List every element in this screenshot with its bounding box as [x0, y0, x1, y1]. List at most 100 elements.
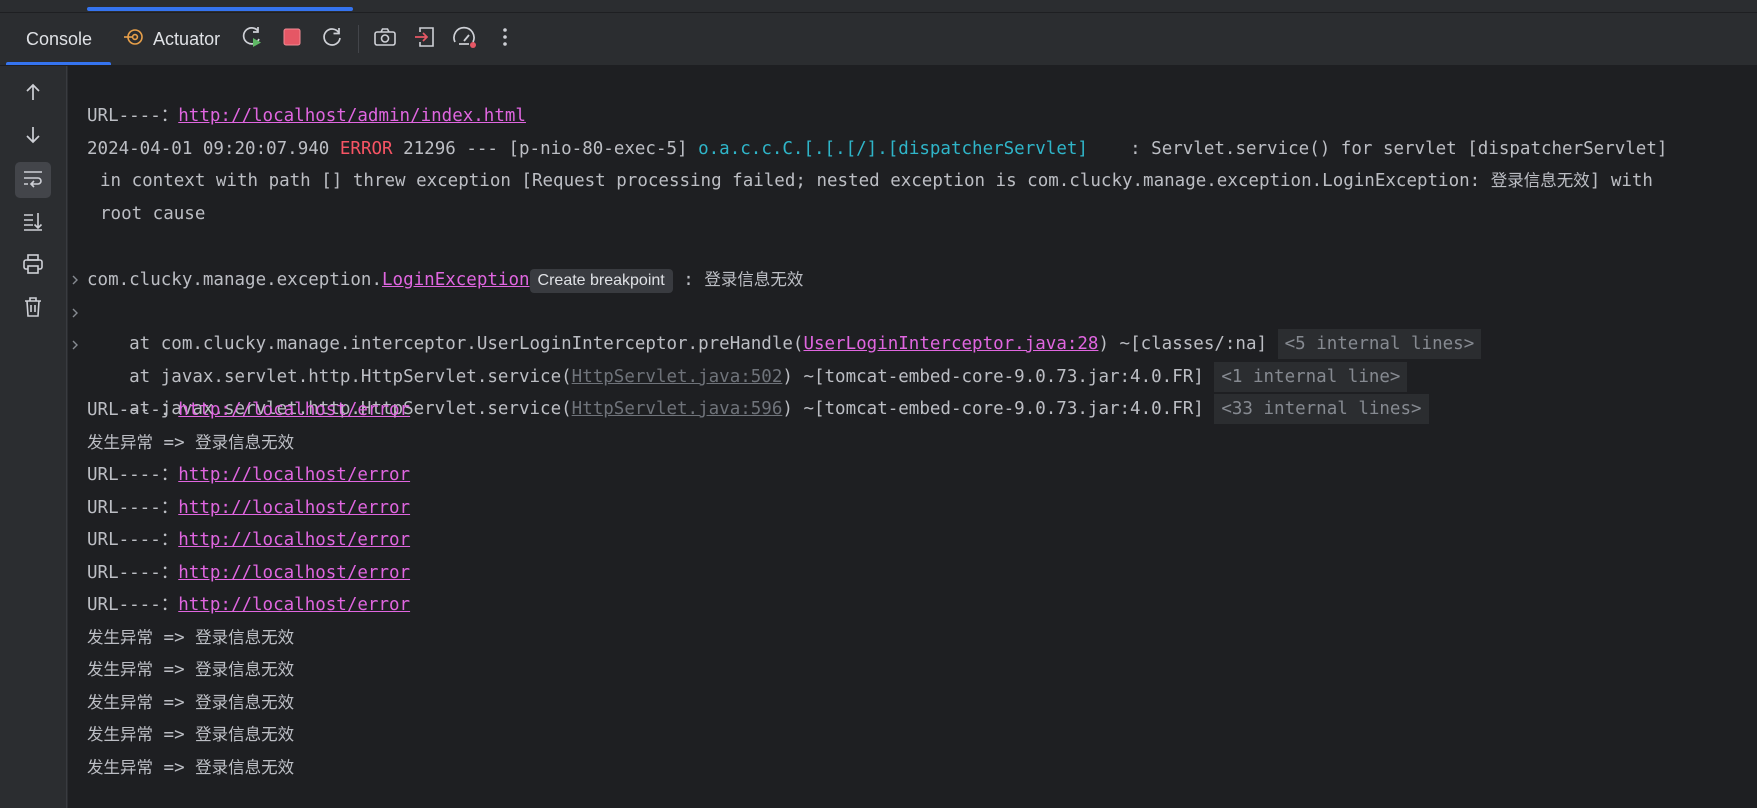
tab-actuator[interactable]: Actuator — [117, 13, 232, 65]
console-sidebar — [0, 66, 67, 808]
speedometer-icon — [452, 25, 478, 54]
rerun-icon — [240, 25, 264, 54]
exception-arrow: => — [153, 433, 196, 453]
stop-icon — [281, 26, 303, 53]
internal-lines-fold[interactable]: <5 internal lines> — [1277, 329, 1482, 359]
clear-all-button[interactable] — [15, 291, 51, 327]
exception-colon: : — [672, 270, 705, 290]
toolbar-divider — [358, 25, 360, 53]
stack-line: at javax.servlet.http.HttpServlet.servic… — [68, 329, 1429, 424]
chevron-right-icon[interactable] — [68, 264, 82, 296]
chevron-right-icon[interactable] — [68, 297, 82, 329]
stack-line: at javax.servlet.http.HttpServlet.servic… — [68, 297, 1408, 392]
console-toolbar: Console Actuator — [0, 13, 1757, 66]
exception-label: 发生异常 — [87, 628, 153, 647]
restart-button[interactable] — [312, 19, 352, 59]
print-icon — [22, 253, 44, 280]
stack-text: at javax.servlet.http.HttpServlet.servic… — [87, 367, 572, 387]
scroll-down-button[interactable] — [15, 119, 51, 155]
arrow-down-icon — [23, 125, 43, 150]
stack-end: ) ~[classes/:na] — [1098, 334, 1268, 354]
log-logger: o.a.c.c.C.[.[.[/].[dispatcherServlet] — [698, 139, 1088, 159]
camera-icon — [373, 25, 397, 54]
url-prefix: URL----： — [87, 498, 179, 518]
stop-button[interactable] — [272, 19, 312, 59]
tab-console[interactable]: Console — [0, 13, 117, 65]
wrap-cn: 登录信息无效 — [1490, 171, 1590, 190]
trash-icon — [23, 296, 43, 323]
scroll-up-button[interactable] — [15, 76, 51, 112]
soft-wrap-icon — [22, 168, 44, 193]
wrap-end: ] with — [1589, 171, 1653, 191]
stack-link[interactable]: UserLoginInterceptor.java:28 — [803, 334, 1098, 354]
exception-text: 登录信息无效 — [195, 758, 295, 777]
exception-arrow: => — [153, 628, 196, 648]
internal-lines-fold[interactable]: <33 internal lines> — [1214, 394, 1429, 424]
console-output: URL----： http://localhost/admin/index.htm… — [68, 66, 1757, 808]
log-timestamp: 2024-04-01 09:20:07.940 — [87, 139, 340, 159]
scroll-to-end-button[interactable] — [15, 205, 51, 241]
exception-message: 登录信息无效 — [704, 270, 804, 289]
exception-label: 发生异常 — [87, 433, 153, 452]
exception-text: 登录信息无效 — [195, 628, 295, 647]
scroll-to-end-icon — [22, 211, 44, 236]
stack-end: ) ~[tomcat-embed-core-9.0.73.jar:4.0.FR] — [782, 367, 1204, 387]
exit-button[interactable] — [405, 19, 445, 59]
stack-end: ) ~[tomcat-embed-core-9.0.73.jar:4.0.FR] — [782, 399, 1204, 419]
stack-link[interactable]: HttpServlet.java:502 — [572, 367, 783, 387]
url-prefix: URL----： — [87, 530, 179, 550]
url-link[interactable]: http://localhost/error — [178, 498, 410, 518]
exception-label: 发生异常 — [87, 693, 153, 712]
url-link[interactable]: http://localhost/error — [178, 563, 410, 583]
progress-indicator — [87, 7, 353, 11]
more-icon — [501, 26, 509, 53]
rerun-button[interactable] — [232, 19, 272, 59]
log-line-url: URL----：http://localhost/admin/index.htm… — [68, 68, 526, 126]
log-line-wrap-2: root cause — [68, 166, 205, 224]
exception-package: com.clucky.manage.exception. — [87, 270, 383, 290]
exception-text: 登录信息无效 — [195, 660, 295, 679]
tab-actuator-label: Actuator — [153, 28, 221, 49]
url-prefix: URL----： — [87, 563, 179, 583]
more-options-button[interactable] — [485, 19, 525, 59]
exception-arrow: => — [153, 693, 196, 713]
url-link[interactable]: http://localhost/admin/index.html — [178, 106, 526, 126]
log-line-wrap-1: in context with path [] threw exception … — [68, 133, 1653, 191]
print-button[interactable] — [15, 248, 51, 284]
top-strip — [0, 0, 1757, 13]
screenshot-button[interactable] — [365, 19, 405, 59]
exception-text: 登录信息无效 — [195, 725, 295, 744]
wrap-root-cause: root cause — [100, 204, 206, 224]
exception-text: 登录信息无效 — [195, 693, 295, 712]
url-prefix: URL----： — [87, 400, 179, 420]
url-link[interactable]: http://localhost/error — [178, 400, 410, 420]
url-link[interactable]: http://localhost/error — [178, 595, 410, 615]
url-prefix: URL----： — [87, 465, 179, 485]
create-breakpoint-button[interactable]: Create breakpoint — [529, 269, 673, 293]
url-link[interactable]: http://localhost/error — [178, 465, 410, 485]
stack-line: at com.clucky.manage.interceptor.UserLog… — [68, 264, 1482, 359]
exception-label: 发生异常 — [87, 758, 153, 777]
exception-arrow: => — [153, 758, 196, 778]
exception-label: 发生异常 — [87, 725, 153, 744]
log-line-error: 2024-04-01 09:20:07.940 ERROR 21296 --- … — [68, 101, 1667, 159]
chevron-right-icon[interactable] — [68, 329, 82, 361]
wrap-text: in context with path [] threw exception … — [100, 171, 1491, 191]
tab-console-label: Console — [26, 28, 93, 49]
url-link[interactable]: http://localhost/error — [178, 530, 410, 550]
exception-label: 发生异常 — [87, 660, 153, 679]
stack-link[interactable]: HttpServlet.java:596 — [572, 399, 783, 419]
profiler-button[interactable] — [445, 19, 485, 59]
exception-line: com.clucky.manage.exception.LoginExcepti… — [68, 232, 803, 293]
exception-text: 登录信息无效 — [195, 433, 295, 452]
arrow-up-icon — [23, 82, 43, 107]
exit-icon — [413, 25, 437, 54]
exception-class-link[interactable]: LoginException — [382, 270, 530, 290]
stack-text: at com.clucky.manage.interceptor.UserLog… — [87, 334, 804, 354]
restart-icon — [320, 25, 344, 54]
exception-arrow: => — [153, 660, 196, 680]
internal-lines-fold[interactable]: <1 internal line> — [1214, 362, 1408, 392]
soft-wrap-button[interactable] — [15, 162, 51, 198]
url-prefix: URL----： — [87, 595, 179, 615]
log-message: : Servlet.service() for servlet [dispatc… — [1087, 139, 1668, 159]
